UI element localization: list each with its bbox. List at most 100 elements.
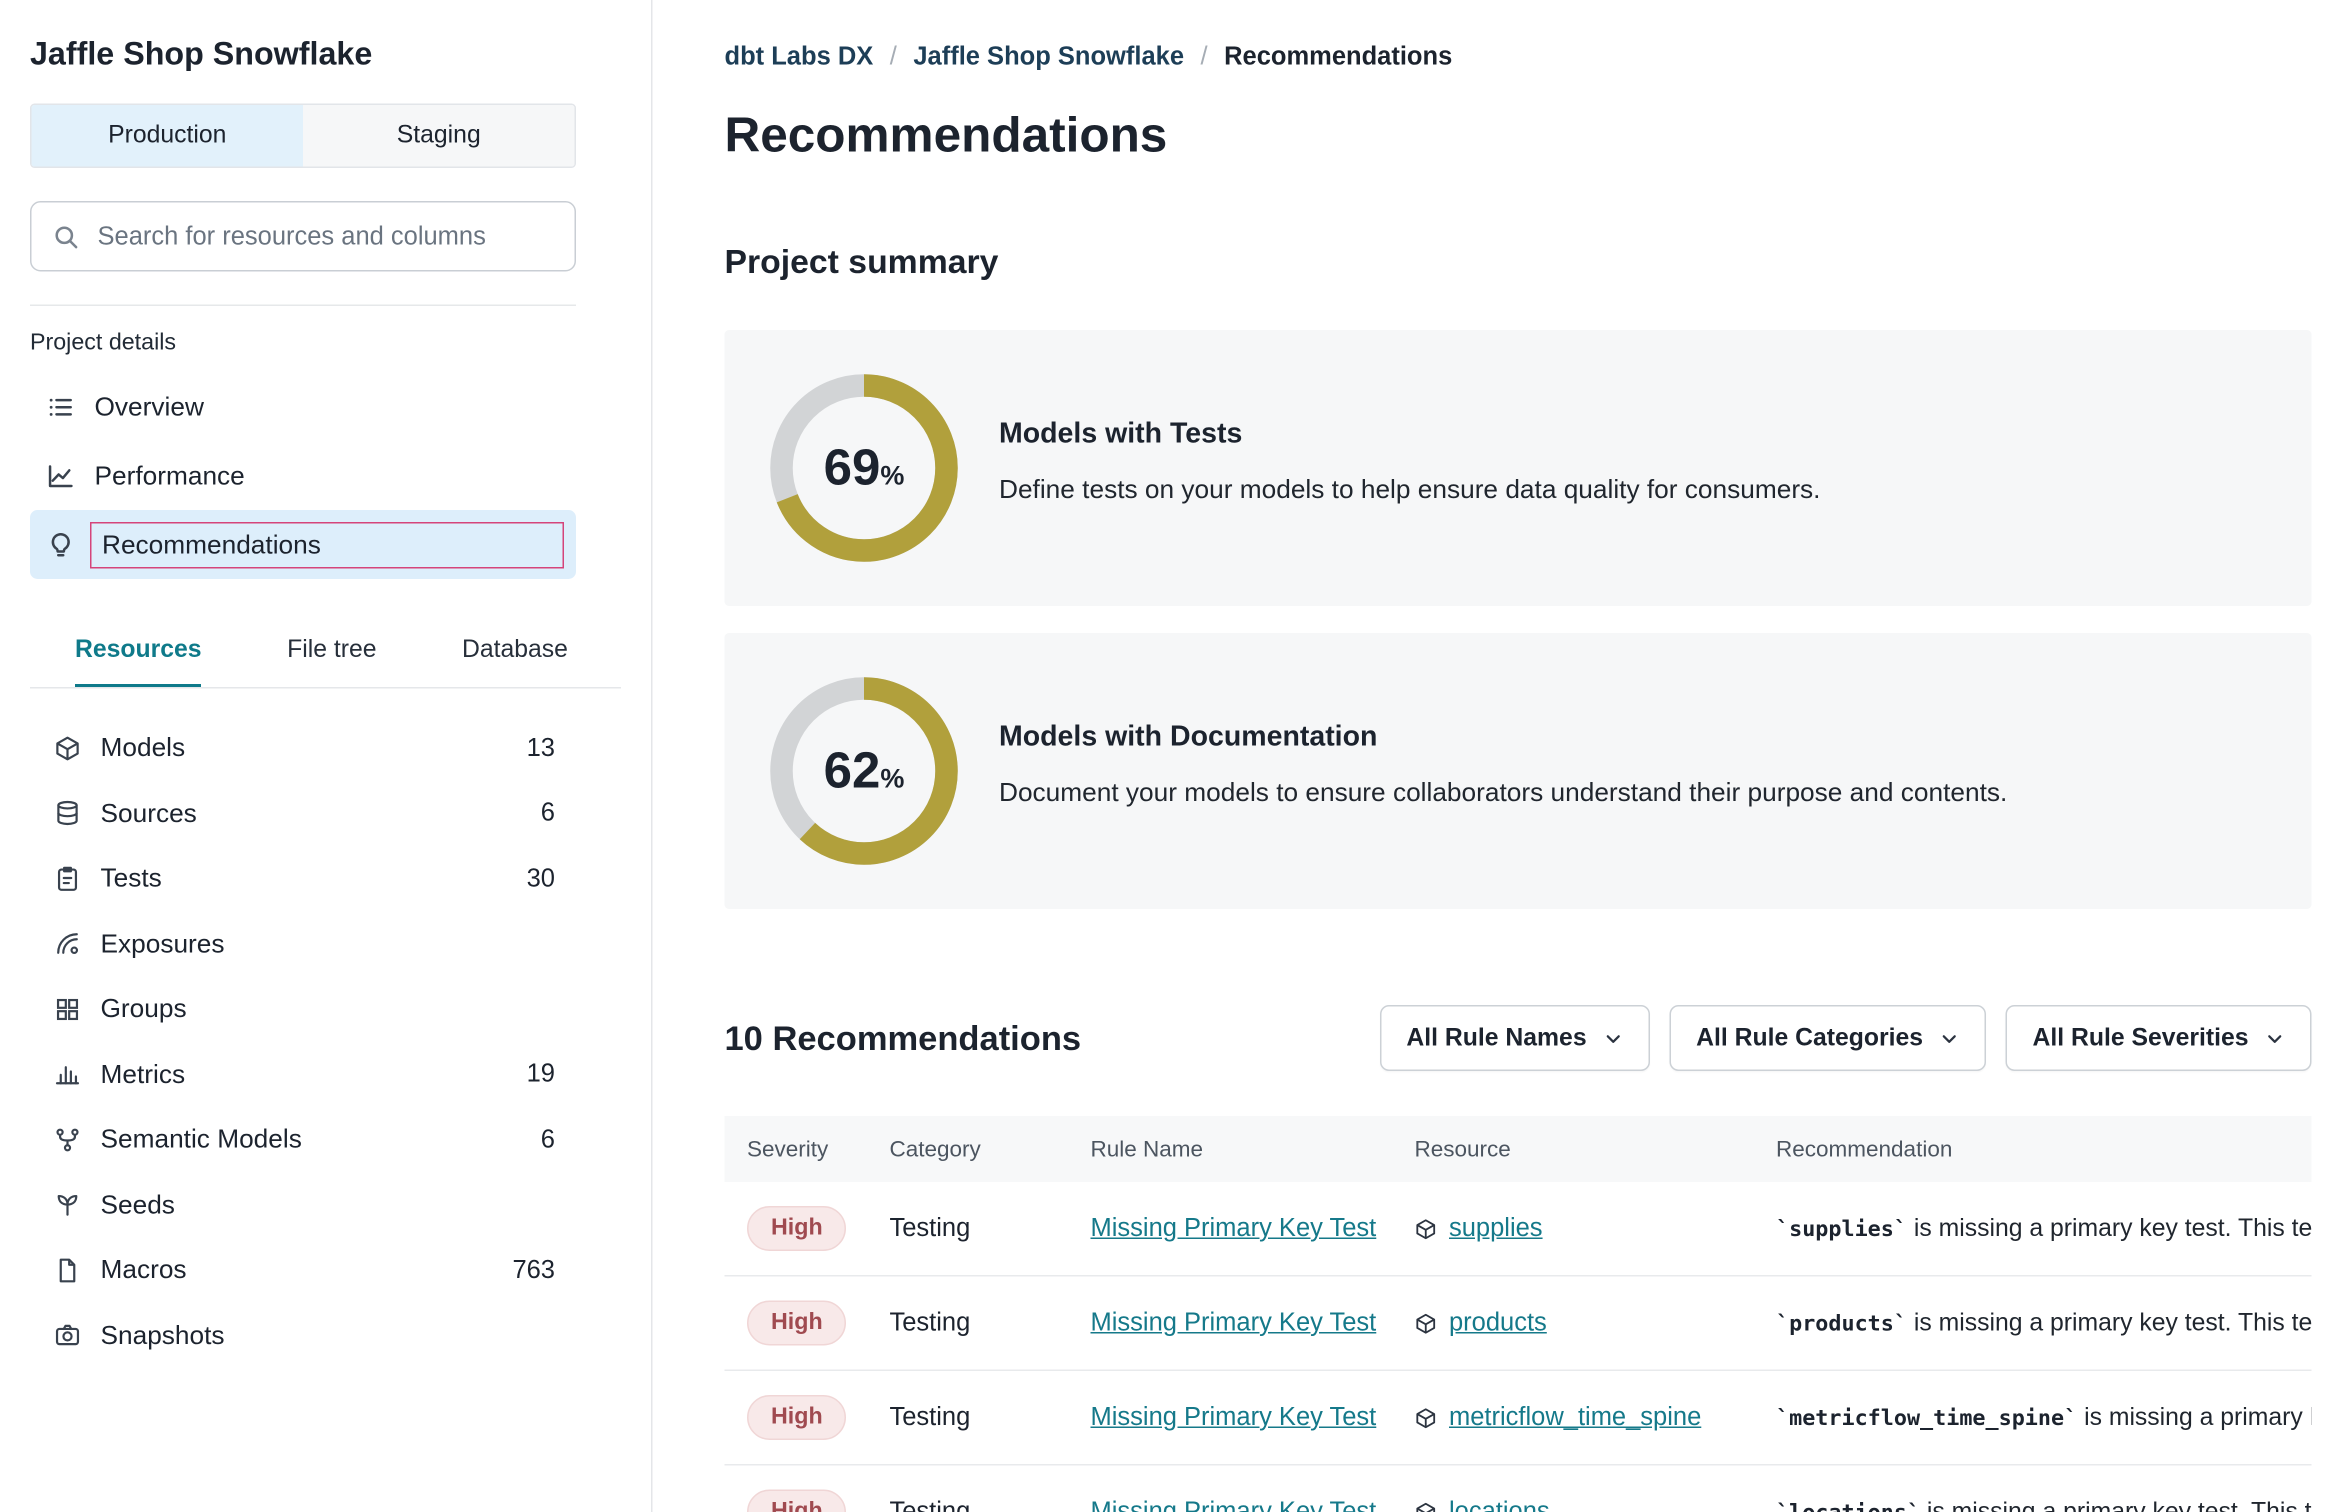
resource-label: Semantic Models xyxy=(101,1124,541,1156)
resource-link[interactable]: locations xyxy=(1449,1497,1550,1512)
column-header-recommendation: Recommendation xyxy=(1754,1116,2312,1182)
column-header-severity: Severity xyxy=(725,1116,868,1182)
sidebar-item-semantic-models[interactable]: Semantic Models 6 xyxy=(30,1107,576,1172)
file-icon xyxy=(54,1257,81,1284)
breadcrumb-item-project[interactable]: Jaffle Shop Snowflake xyxy=(913,42,1184,72)
table-row: High Testing Missing Primary Key Test pr… xyxy=(725,1276,2312,1371)
rule-categories-filter[interactable]: All Rule Categories xyxy=(1669,1005,1986,1071)
production-tab[interactable]: Production xyxy=(32,105,304,167)
sidebar-item-seeds[interactable]: Seeds xyxy=(30,1172,576,1237)
sidebar: Jaffle Shop Snowflake Production Staging… xyxy=(0,0,653,1512)
table-row: High Testing Missing Primary Key Test me… xyxy=(725,1370,2312,1465)
table-row: High Testing Missing Primary Key Test su… xyxy=(725,1182,2312,1276)
recommendation-cell: `locations` is missing a primary key tes… xyxy=(1754,1465,2312,1512)
resource-link[interactable]: products xyxy=(1449,1308,1547,1338)
severity-badge: High xyxy=(747,1206,847,1251)
sidebar-item-macros[interactable]: Macros 763 xyxy=(30,1238,576,1303)
resource-label: Seeds xyxy=(101,1189,556,1221)
search-box[interactable] xyxy=(30,201,576,272)
recommendation-text: is missing a primary key test. This test xyxy=(1907,1310,2312,1337)
summary-card-models-with-tests: 69 % Models with Tests Define tests on y… xyxy=(725,330,2312,606)
resource-code: `products` xyxy=(1776,1313,1907,1337)
resource-label: Exposures xyxy=(101,928,556,960)
staging-tab[interactable]: Staging xyxy=(303,105,575,167)
table-row: High Testing Missing Primary Key Test lo… xyxy=(725,1465,2312,1512)
search-icon xyxy=(53,223,80,250)
tab-file-tree[interactable]: File tree xyxy=(287,621,376,687)
sidebar-item-sources[interactable]: Sources 6 xyxy=(30,781,576,846)
project-summary-heading: Project summary xyxy=(725,243,2312,282)
semantic-model-icon xyxy=(54,1126,81,1153)
chevron-down-icon xyxy=(2265,1028,2285,1048)
tab-resources[interactable]: Resources xyxy=(75,621,202,687)
percent-value: 62 xyxy=(824,742,881,801)
resource-label: Tests xyxy=(101,863,527,895)
rule-name-link[interactable]: Missing Primary Key Test xyxy=(1091,1214,1377,1243)
severity-badge: High xyxy=(747,1301,847,1346)
table-header-row: Severity Category Rule Name Resource Rec… xyxy=(725,1116,2312,1182)
percent-value: 69 xyxy=(824,439,881,498)
sidebar-item-snapshots[interactable]: Snapshots xyxy=(30,1303,576,1368)
resource-count: 30 xyxy=(527,864,555,894)
sidebar-item-metrics[interactable]: Metrics 19 xyxy=(30,1042,576,1107)
clipboard-icon xyxy=(54,865,81,892)
line-chart-icon xyxy=(47,461,76,490)
nav-label-selected[interactable]: Recommendations xyxy=(90,521,564,568)
recommendation-text: is missing a primary key test. This test xyxy=(1907,1215,2312,1242)
category-cell: Testing xyxy=(867,1370,1068,1465)
sidebar-item-recommendations[interactable]: Recommendations xyxy=(30,510,576,579)
category-cell: Testing xyxy=(867,1182,1068,1276)
donut-percentage: 62 % xyxy=(770,677,959,866)
sidebar-item-overview[interactable]: Overview xyxy=(30,372,576,441)
breadcrumb-item-project-root[interactable]: dbt Labs DX xyxy=(725,42,874,72)
sidebar-item-tests[interactable]: Tests 30 xyxy=(30,846,576,911)
severity-badge: High xyxy=(747,1395,847,1440)
rule-name-link[interactable]: Missing Primary Key Test xyxy=(1091,1308,1377,1337)
recommendation-cell: `products` is missing a primary key test… xyxy=(1754,1276,2312,1371)
resource-count: 763 xyxy=(512,1255,555,1285)
category-cell: Testing xyxy=(867,1276,1068,1371)
rule-severities-filter[interactable]: All Rule Severities xyxy=(2006,1005,2312,1071)
project-title: Jaffle Shop Snowflake xyxy=(30,36,576,74)
column-header-resource: Resource xyxy=(1392,1116,1754,1182)
grid-icon xyxy=(54,996,81,1023)
sidebar-item-models[interactable]: Models 13 xyxy=(30,716,576,781)
filter-label: All Rule Names xyxy=(1406,1024,1586,1053)
recommendations-table: Severity Category Rule Name Resource Rec… xyxy=(725,1116,2312,1512)
breadcrumb-separator: / xyxy=(1201,42,1208,72)
sidebar-item-groups[interactable]: Groups xyxy=(30,977,576,1042)
database-icon xyxy=(54,800,81,827)
card-title: Models with Documentation xyxy=(999,722,2007,755)
card-description: Define tests on your models to help ensu… xyxy=(999,474,1820,506)
resource-link[interactable]: metricflow_time_spine xyxy=(1449,1403,1701,1433)
sidebar-item-exposures[interactable]: Exposures xyxy=(30,911,576,976)
percent-sign: % xyxy=(880,460,904,492)
bar-chart-icon xyxy=(54,1061,81,1088)
rule-names-filter[interactable]: All Rule Names xyxy=(1379,1005,1649,1071)
page-title: Recommendations xyxy=(725,107,2312,164)
category-cell: Testing xyxy=(867,1465,1068,1512)
search-input[interactable] xyxy=(95,220,554,253)
app: Jaffle Shop Snowflake Production Staging… xyxy=(0,0,2344,1512)
chevron-down-icon xyxy=(1940,1028,1960,1048)
list-icon xyxy=(47,392,76,421)
resource-count: 19 xyxy=(527,1059,555,1089)
percent-sign: % xyxy=(880,763,904,795)
filter-label: All Rule Categories xyxy=(1696,1024,1923,1053)
environment-toggle: Production Staging xyxy=(30,104,576,169)
rule-name-link[interactable]: Missing Primary Key Test xyxy=(1091,1403,1377,1432)
nav-label: Performance xyxy=(95,460,245,492)
resource-link[interactable]: supplies xyxy=(1449,1214,1543,1244)
recommendation-cell: `supplies` is missing a primary key test… xyxy=(1754,1182,2312,1276)
filter-bar: All Rule Names All Rule Categories All R… xyxy=(1379,1005,2311,1071)
breadcrumb: dbt Labs DX / Jaffle Shop Snowflake / Re… xyxy=(725,42,2312,72)
resource-label: Models xyxy=(101,732,527,764)
breadcrumb-separator: / xyxy=(890,42,897,72)
rule-name-link[interactable]: Missing Primary Key Test xyxy=(1091,1497,1377,1512)
column-header-rule-name: Rule Name xyxy=(1068,1116,1392,1182)
tab-database[interactable]: Database xyxy=(462,621,568,687)
recommendation-text: is missing a primary key test. This tes xyxy=(1920,1499,2311,1512)
resource-count: 13 xyxy=(527,733,555,763)
cube-icon xyxy=(54,735,81,762)
sidebar-item-performance[interactable]: Performance xyxy=(30,441,576,510)
